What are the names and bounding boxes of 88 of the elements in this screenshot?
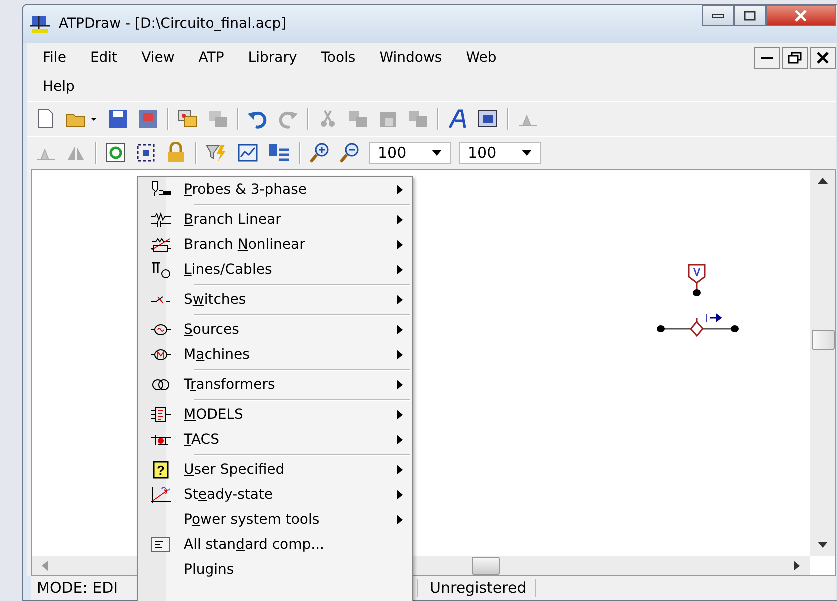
restore-icon	[744, 10, 756, 20]
scroll-thumb[interactable]	[472, 557, 500, 575]
tree-icon[interactable]	[267, 142, 291, 164]
save-as-icon[interactable]	[137, 108, 159, 130]
switch-icon	[150, 296, 172, 304]
minimize-button[interactable]	[702, 5, 734, 26]
question-mark: ?	[157, 462, 165, 478]
close-button[interactable]	[810, 46, 836, 68]
menu-label: Lines/Cables	[184, 262, 274, 278]
menu-item[interactable]: File	[31, 50, 78, 66]
menu-label: Probes & 3-phase	[184, 182, 308, 198]
menu-item[interactable]: ? User Specified	[138, 457, 412, 482]
close-icon	[794, 10, 808, 22]
close-icon	[817, 52, 829, 64]
caret-icon	[432, 150, 442, 156]
line-icon	[150, 260, 172, 278]
menu-item[interactable]: TACS	[138, 427, 412, 452]
menu-item[interactable]: View	[130, 50, 187, 66]
zoom-in-icon[interactable]	[309, 142, 331, 164]
up-arrow-icon	[818, 178, 828, 184]
menu-label: Machines	[184, 346, 251, 362]
maximize-button[interactable]	[734, 5, 766, 26]
select-icon[interactable]	[135, 142, 157, 164]
probe-icon	[150, 180, 172, 198]
models-icon	[150, 406, 172, 424]
graph-icon	[150, 486, 172, 504]
minimize-button[interactable]	[754, 46, 780, 68]
minimize-icon	[761, 56, 773, 58]
right-arrow-icon	[794, 560, 800, 570]
menu-label: MODELS	[184, 406, 244, 422]
save-icon[interactable]	[107, 108, 129, 130]
current-label: I	[705, 313, 708, 325]
menu-item[interactable]: Steady-state	[138, 482, 412, 507]
menu-label: Plugins	[184, 562, 236, 578]
caret-icon	[522, 150, 532, 156]
menu-item[interactable]: Transformers	[138, 372, 412, 397]
menu-label: All standard comp...	[184, 536, 326, 552]
menu-item[interactable]: Tools	[309, 50, 368, 66]
nonlinear-branch-icon	[150, 236, 172, 254]
menu-item[interactable]: Web	[454, 50, 509, 66]
menu-label: TACS	[184, 432, 220, 448]
menu-label: Switches	[184, 292, 248, 308]
menu-item[interactable]: ATP	[186, 50, 236, 66]
probe-label: V	[693, 267, 701, 279]
menu-item[interactable]: Machines	[138, 342, 412, 367]
current-probe-drawing[interactable]: I	[657, 310, 739, 338]
menu-item[interactable]: Lines/Cables	[138, 257, 412, 282]
down-arrow-icon	[818, 542, 828, 548]
import-icon[interactable]	[177, 108, 199, 130]
left-arrow-icon	[42, 560, 48, 570]
zoom-dropdown[interactable]: 100	[459, 142, 541, 164]
menu-label: Branch Nonlinear	[184, 236, 306, 252]
menu-label: Steady-state	[184, 486, 274, 502]
vertical-scrollbar[interactable]	[810, 170, 835, 556]
refresh-icon[interactable]	[105, 142, 127, 164]
resistor-icon	[150, 210, 172, 228]
menu-item[interactable]: MODELS	[138, 402, 412, 427]
menu-item[interactable]: Windows	[368, 50, 454, 66]
menu-label: User Specified	[184, 462, 286, 478]
minimize-icon	[712, 14, 724, 18]
restore-icon	[788, 52, 802, 64]
menu-item[interactable]: Branch Nonlinear	[138, 232, 412, 257]
label-icon[interactable]	[477, 108, 499, 130]
menu-item[interactable]: Library	[236, 50, 310, 66]
menu-item[interactable]: Branch Linear	[138, 207, 412, 232]
menu-label: Branch Linear	[184, 212, 282, 228]
menu-label: Transformers	[184, 376, 276, 392]
menu-item[interactable]: Sources	[138, 317, 412, 342]
menu-item[interactable]: Switches	[138, 287, 412, 312]
restore-button[interactable]	[782, 46, 808, 68]
scroll-thumb[interactable]	[812, 330, 835, 350]
text-icon[interactable]	[447, 108, 469, 130]
lightning-icon[interactable]	[205, 142, 229, 164]
zoom-dropdown[interactable]: 100	[369, 142, 451, 164]
menu-item[interactable]: All standard comp...	[138, 532, 412, 557]
zoom-out-icon[interactable]	[339, 142, 361, 164]
menu-item[interactable]: Edit	[78, 50, 130, 66]
lock-icon[interactable]	[165, 142, 187, 164]
plot-icon[interactable]	[237, 142, 259, 164]
menu-item[interactable]: Probes & 3-phase	[138, 177, 412, 202]
list-icon	[150, 536, 172, 554]
app-icon	[29, 14, 51, 34]
window-title: ATPDraw - [D:\Circuito_final.acp]	[59, 16, 288, 32]
menu-item[interactable]: Power system tools	[138, 507, 412, 532]
status-registration: Unregistered	[422, 579, 536, 597]
menu-label: Power system tools	[184, 512, 321, 528]
menu-label: Sources	[184, 322, 240, 338]
menu-item[interactable]: Help	[31, 78, 87, 94]
